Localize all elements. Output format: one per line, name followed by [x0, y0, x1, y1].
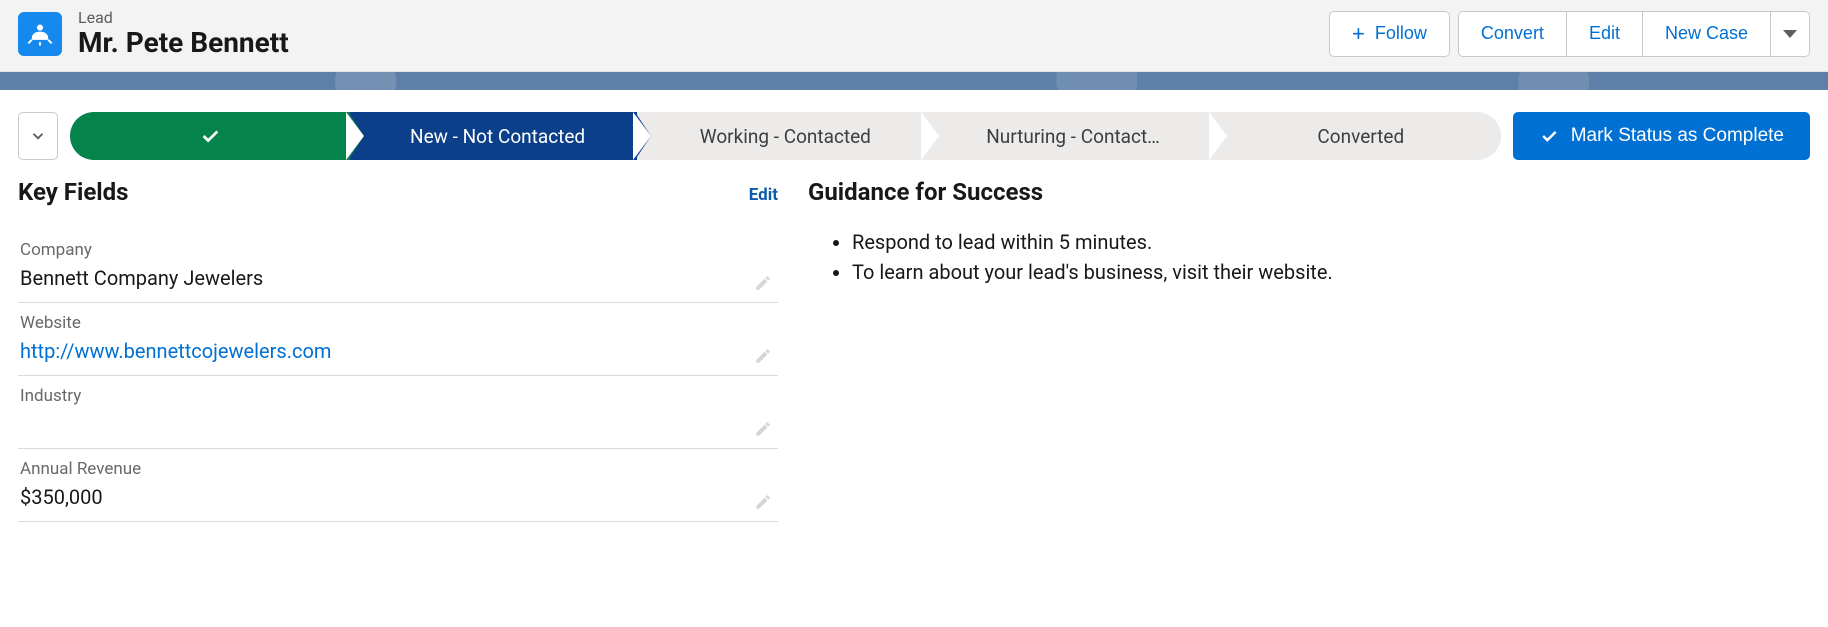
check-icon — [199, 125, 221, 147]
guidance-list: Respond to lead within 5 minutes. To lear… — [808, 230, 1810, 284]
follow-label: Follow — [1375, 23, 1427, 44]
field-value: http://www.bennettcojewelers.com — [20, 339, 776, 363]
header-actions: + Follow Convert Edit New Case — [1329, 11, 1810, 57]
path-stage-2[interactable]: Working - Contacted — [637, 112, 925, 160]
pencil-icon[interactable] — [754, 274, 772, 292]
check-icon — [1539, 126, 1559, 146]
pencil-icon[interactable] — [754, 347, 772, 365]
website-link[interactable]: http://www.bennettcojewelers.com — [20, 339, 331, 363]
path-stage-3[interactable]: Nurturing - Contact… — [925, 112, 1213, 160]
path-stage-0[interactable] — [70, 112, 350, 160]
path-collapse-button[interactable] — [18, 112, 58, 160]
path-stages: New - Not Contacted Working - Contacted Nu… — [70, 112, 1501, 160]
key-fields-column: Key Fields Edit Company Bennett Company J… — [18, 178, 778, 522]
path-section: New - Not Contacted Working - Contacted Nu… — [0, 90, 1828, 172]
field-label: Annual Revenue — [20, 459, 776, 479]
action-button-group: Convert Edit New Case — [1458, 11, 1810, 57]
field-value: Bennett Company Jewelers — [20, 266, 776, 290]
new-case-button[interactable]: New Case — [1642, 11, 1770, 57]
path-stage-label: Converted — [1317, 125, 1404, 148]
chevron-right-icon — [348, 112, 364, 160]
key-fields-title: Key Fields — [18, 178, 128, 206]
body-columns: Key Fields Edit Company Bennett Company J… — [0, 172, 1828, 546]
path-stage-1[interactable]: New - Not Contacted — [350, 112, 638, 160]
path-stage-label: Nurturing - Contact… — [986, 125, 1160, 148]
field-label: Website — [20, 313, 776, 333]
guidance-column: Guidance for Success Respond to lead wit… — [808, 178, 1810, 522]
pencil-icon[interactable] — [754, 420, 772, 438]
decorative-strip — [0, 72, 1828, 90]
pencil-icon[interactable] — [754, 493, 772, 511]
field-row: Industry — [18, 376, 778, 449]
mark-complete-label: Mark Status as Complete — [1571, 125, 1784, 147]
path-stage-label: Working - Contacted — [700, 125, 871, 148]
field-row: Company Bennett Company Jewelers — [18, 230, 778, 303]
guidance-item: Respond to lead within 5 minutes. — [852, 230, 1810, 254]
key-fields-head: Key Fields Edit — [18, 178, 778, 206]
guidance-title: Guidance for Success — [808, 178, 1810, 206]
lead-icon — [18, 12, 62, 56]
edit-button[interactable]: Edit — [1566, 11, 1642, 57]
field-row: Annual Revenue $350,000 — [18, 449, 778, 522]
chevron-right-icon — [923, 112, 939, 160]
key-fields-edit-link[interactable]: Edit — [749, 185, 778, 205]
key-fields-list: Company Bennett Company Jewelers Website ht… — [18, 230, 778, 522]
field-value — [20, 412, 776, 436]
field-label: Industry — [20, 386, 776, 406]
guidance-item: To learn about your lead's business, vis… — [852, 260, 1810, 284]
convert-button[interactable]: Convert — [1458, 11, 1566, 57]
chevron-right-icon — [1211, 112, 1227, 160]
record-header: Lead Mr. Pete Bennett + Follow Convert E… — [0, 0, 1828, 72]
follow-button[interactable]: + Follow — [1329, 11, 1450, 57]
record-name: Mr. Pete Bennett — [78, 27, 289, 59]
path-stage-4[interactable]: Converted — [1213, 112, 1501, 160]
more-actions-button[interactable] — [1770, 11, 1810, 57]
path-stage-label: New - Not Contacted — [410, 125, 585, 148]
mark-complete-button[interactable]: Mark Status as Complete — [1513, 112, 1810, 160]
field-label: Company — [20, 240, 776, 260]
object-label: Lead — [78, 8, 289, 27]
field-value: $350,000 — [20, 485, 776, 509]
record-titles: Lead Mr. Pete Bennett — [78, 8, 289, 59]
chevron-right-icon — [635, 112, 651, 160]
triangle-down-icon — [1783, 30, 1797, 38]
header-left: Lead Mr. Pete Bennett — [18, 8, 1329, 59]
field-row: Website http://www.bennettcojewelers.com — [18, 303, 778, 376]
chevron-down-icon — [29, 127, 47, 145]
